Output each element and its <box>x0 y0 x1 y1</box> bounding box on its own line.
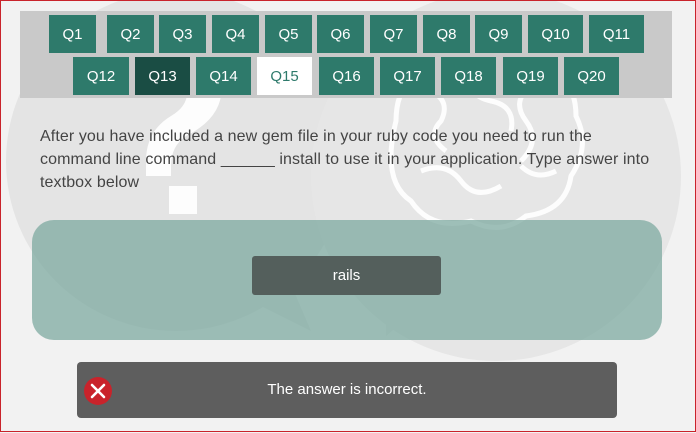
question-button-q17[interactable]: Q17 <box>380 57 435 95</box>
question-button-q9[interactable]: Q9 <box>475 15 522 53</box>
question-button-q6[interactable]: Q6 <box>317 15 364 53</box>
question-button-q12[interactable]: Q12 <box>73 57 129 95</box>
answer-input[interactable] <box>252 256 441 295</box>
question-button-q2[interactable]: Q2 <box>107 15 154 53</box>
question-button-q15[interactable]: Q15 <box>257 57 312 95</box>
question-button-q4[interactable]: Q4 <box>212 15 259 53</box>
question-button-q19[interactable]: Q19 <box>503 57 558 95</box>
question-button-q14[interactable]: Q14 <box>196 57 251 95</box>
question-button-q1[interactable]: Q1 <box>49 15 96 53</box>
feedback-message: The answer is incorrect. <box>267 381 427 398</box>
question-button-q3[interactable]: Q3 <box>159 15 206 53</box>
question-button-q7[interactable]: Q7 <box>370 15 417 53</box>
question-button-q10[interactable]: Q10 <box>528 15 583 53</box>
question-text: After you have included a new gem file i… <box>40 128 650 191</box>
question-button-q20[interactable]: Q20 <box>564 57 619 95</box>
question-button-q16[interactable]: Q16 <box>319 57 374 95</box>
question-button-q13[interactable]: Q13 <box>135 57 190 95</box>
question-button-q8[interactable]: Q8 <box>423 15 470 53</box>
question-button-q5[interactable]: Q5 <box>265 15 312 53</box>
question-button-q18[interactable]: Q18 <box>441 57 496 95</box>
feedback-banner: The answer is incorrect. <box>77 362 617 418</box>
question-button-q11[interactable]: Q11 <box>589 15 644 53</box>
